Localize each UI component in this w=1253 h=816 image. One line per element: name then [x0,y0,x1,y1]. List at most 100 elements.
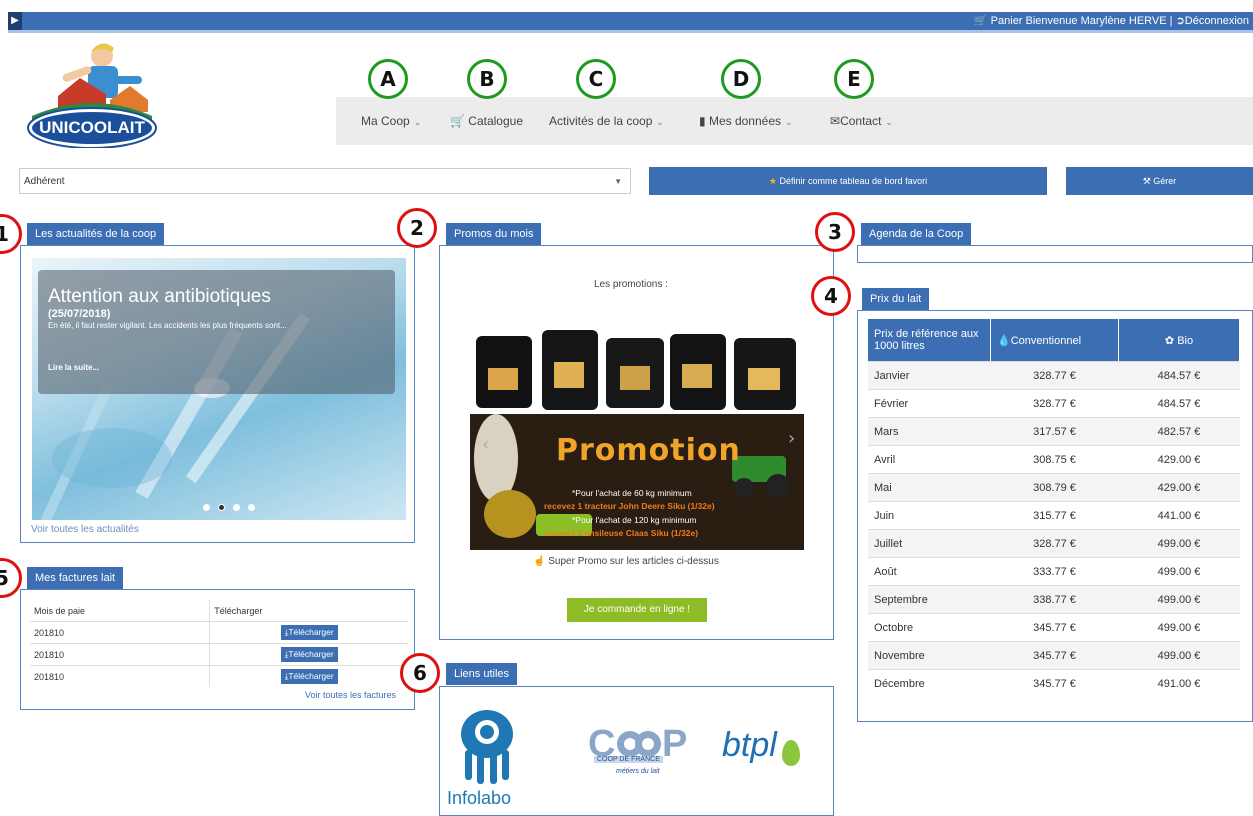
invoices-tab: Mes factures lait [27,567,124,589]
nav-mes-donnees[interactable]: ▮ Mes données ⌄ [699,97,793,145]
chevron-down-icon: ⌄ [413,117,422,127]
milk-month: Novembre [868,641,991,670]
annotation-a: A [368,59,408,99]
sidebar-toggle-icon[interactable]: ▶ [8,12,22,30]
milk-price-bio: 499.00 € [1118,641,1240,670]
milk-price-bio: 429.00 € [1118,445,1240,474]
invoice-month: 201810 [30,665,210,687]
all-news-link[interactable]: Voir toutes les actualités [31,524,139,535]
user-menu: 🛒 Panier Bienvenue Marylène HERVE | ➲Déc… [974,12,1249,30]
column-header: Conventionnel [1010,334,1082,347]
milk-price-bio: 484.57 € [1118,361,1240,390]
carousel-indicators [203,502,256,514]
dashboard-select-value: Adhérent [24,176,65,187]
all-invoices-link[interactable]: Voir toutes les factures [305,690,396,700]
annotation-4: 4 [811,276,851,316]
infolabo-logo[interactable]: Infolabo [447,702,527,810]
milk-month: Juin [868,501,991,530]
download-button[interactable]: ⤓Télécharger [280,669,338,684]
milk-month: Mai [868,473,991,502]
drop-icon: 💧 [997,334,1011,347]
logo[interactable]: UNICOOLAIT [22,38,162,149]
milk-price-bio: 499.00 € [1118,585,1240,614]
milk-price-bio: 499.00 € [1118,613,1240,642]
invoice-month: 201810 [30,643,210,666]
wrench-icon: ⚒ [1142,176,1151,186]
milk-month: Mars [868,417,991,446]
news-excerpt: En été, il faut rester vigilant. Les acc… [48,321,287,330]
milk-month: Octobre [868,613,991,642]
manage-button[interactable]: ⚒ Gérer [1066,167,1253,195]
nav-activites[interactable]: Activités de la coop ⌄ [549,97,664,145]
promo-line-4: recevez 1 ensileuse Claas Siku (1/32e) [544,528,699,538]
download-button[interactable]: ⤓Télécharger [280,625,338,640]
milk-price-conventional: 308.75 € [990,445,1119,474]
download-button[interactable]: ⤓Télécharger [280,647,338,662]
table-row: Juin 315.77 €441.00 € [868,501,1240,530]
milk-month: Septembre [868,585,991,614]
btpl-logo[interactable]: btpl [722,726,800,767]
milk-price-conventional: 338.77 € [990,585,1119,614]
milk-price-bio: 482.57 € [1118,417,1240,446]
logout-icon[interactable]: ➲ [1176,15,1185,27]
nav-mes-donnees-label: Mes données [708,114,781,128]
table-row: Octobre 345.77 €499.00 € [868,613,1240,642]
favorite-dashboard-button[interactable]: ★ Définir comme tableau de bord favori [649,167,1047,195]
milk-month: Juillet [868,529,991,558]
milk-price-bio: 429.00 € [1118,473,1240,502]
coop-de-france-subtitle: COOP DE FRANCE [594,756,663,763]
table-row: Janvier 328.77 €484.57 € [868,361,1240,390]
milk-price-conventional: 345.77 € [990,613,1119,642]
carousel-dot[interactable] [248,504,256,511]
welcome-text: Bienvenue Marylène HERVE [1025,15,1167,27]
milk-price-tab: Prix du lait [862,288,930,310]
news-read-more[interactable]: Lire la suite... [48,363,99,372]
cart-icon[interactable]: 🛒 [974,15,988,27]
news-tab: Les actualités de la coop [27,223,165,245]
invoices-table: Mois de paie Télécharger 201810 ⤓Télécha… [30,600,408,687]
annotation-1: 1 [0,214,22,254]
news-title[interactable]: Attention aux antibiotiques [48,286,271,308]
nav-ma-coop[interactable]: Ma Coop ⌄ [361,97,421,145]
annotation-c: C [576,59,616,99]
coop-de-france-logo[interactable]: C P COOP DE FRANCE métiers du lait [588,722,688,788]
promo-carousel-image[interactable]: ‹ › Promotion *Pour l'achat de 60 kg min… [470,328,804,550]
table-row: Février 328.77 €484.57 € [868,389,1240,418]
dashboard-select[interactable]: Adhérent ▼ [19,168,631,194]
order-online-button[interactable]: Je commande en ligne ! [567,598,707,622]
download-label: Télécharger [288,671,334,681]
caret-down-icon: ▼ [614,177,622,186]
promo-line-2: recevez 1 tracteur John Deere Siku (1/32… [544,501,715,511]
annotation-d: D [721,59,761,99]
chevron-down-icon: ⌄ [885,117,893,127]
order-online-label: Je commande en ligne ! [583,604,691,615]
nav-contact[interactable]: ✉Contact ⌄ [830,97,893,145]
promo-line-3: *Pour l'achat de 120 kg minimum [572,515,697,525]
cart-link[interactable]: Panier [991,15,1023,27]
milk-month: Avril [868,445,991,474]
download-label: Télécharger [288,649,334,659]
table-row: Décembre 345.77 €491.00 € [868,669,1240,697]
carousel-dot[interactable] [203,504,210,511]
table-row: Avril 308.75 €429.00 € [868,445,1240,474]
milk-month: Février [868,389,991,418]
cart-icon: 🛒 [450,114,465,128]
milk-price-bio: 499.00 € [1118,529,1240,558]
carousel-dot[interactable] [218,504,226,511]
promo-line-1: *Pour l'achat de 60 kg minimum [572,488,692,498]
column-header: Prix de référence aux 1000 litres [868,319,991,362]
milk-price-conventional: 317.57 € [990,417,1119,446]
download-label: Télécharger [288,627,334,637]
nav-catalogue[interactable]: 🛒 Catalogue [450,97,523,145]
annotation-3: 3 [815,212,855,252]
annotation-b: B [467,59,507,99]
milk-price-bio: 499.00 € [1118,557,1240,586]
logout-link[interactable]: Déconnexion [1185,15,1249,27]
annotation-5: 5 [0,558,22,598]
svg-text:›: › [788,428,795,449]
milk-price-conventional: 328.77 € [990,529,1119,558]
file-icon: ▮ [699,114,706,128]
links-tab: Liens utiles [446,663,518,685]
carousel-dot[interactable] [233,504,241,511]
promo-banner-title: Promotion [556,433,741,468]
